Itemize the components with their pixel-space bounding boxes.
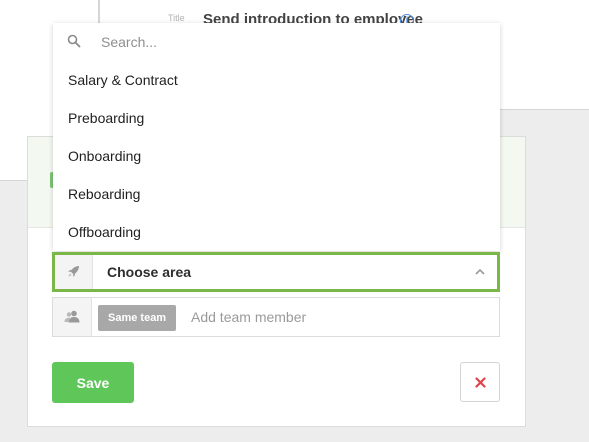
choose-area-label: Choose area bbox=[107, 264, 192, 280]
search-icon bbox=[67, 34, 81, 48]
dropdown-option-onboarding[interactable]: Onboarding bbox=[53, 137, 500, 175]
same-team-chip[interactable]: Same team bbox=[98, 305, 177, 331]
close-icon bbox=[475, 377, 486, 388]
dropdown-search-row bbox=[53, 23, 500, 61]
team-icon-cell bbox=[53, 298, 92, 336]
area-dropdown-menu: Salary & Contract Preboarding Onboarding… bbox=[53, 23, 500, 251]
rocket-icon bbox=[68, 266, 79, 277]
chevron-up-icon bbox=[475, 268, 485, 275]
team-member-field: Same team bbox=[52, 297, 500, 337]
save-button[interactable]: Save bbox=[52, 362, 134, 403]
task-title-label: Title bbox=[168, 13, 185, 23]
users-icon bbox=[64, 310, 80, 323]
add-team-member-input[interactable] bbox=[183, 306, 499, 328]
dropdown-option-reboarding[interactable]: Reboarding bbox=[53, 175, 500, 213]
dropdown-option-salary-contract[interactable]: Salary & Contract bbox=[53, 61, 500, 99]
dropdown-option-preboarding[interactable]: Preboarding bbox=[53, 99, 500, 137]
dropdown-option-offboarding[interactable]: Offboarding bbox=[53, 213, 500, 251]
cancel-button[interactable] bbox=[460, 362, 500, 402]
choose-area-select[interactable]: Choose area bbox=[52, 252, 500, 292]
area-icon-cell bbox=[55, 255, 93, 289]
dropdown-search-input[interactable] bbox=[93, 31, 489, 53]
